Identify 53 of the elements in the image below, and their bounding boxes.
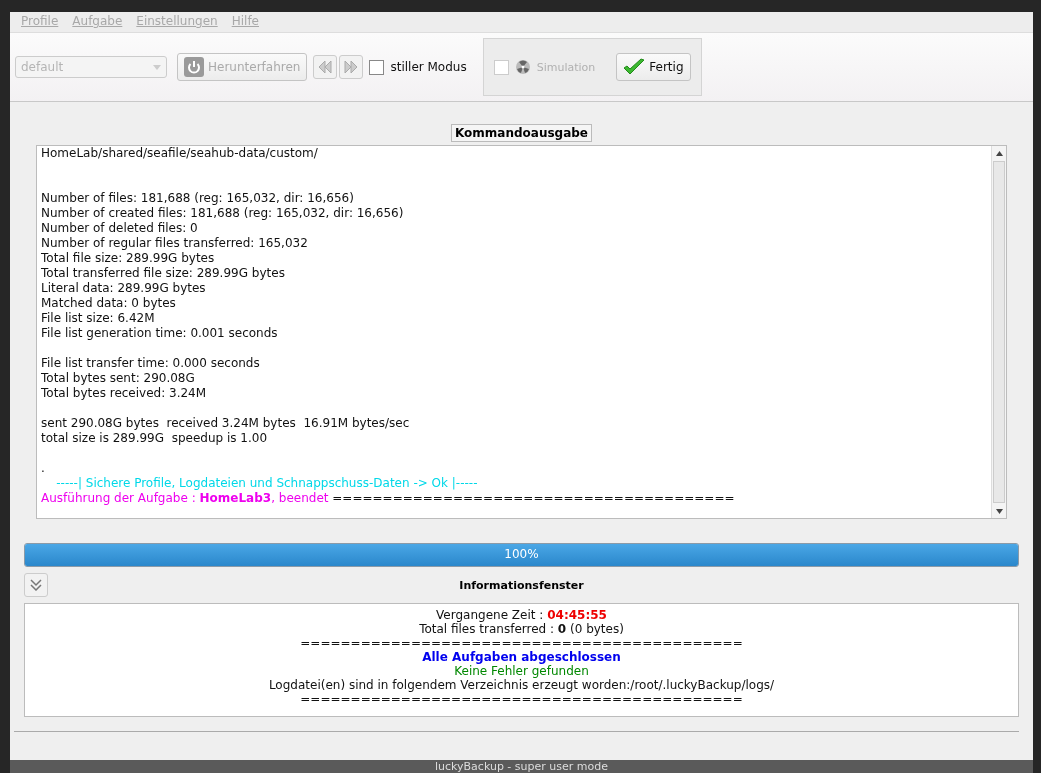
info-line: ============================================	[300, 692, 743, 706]
taskbar-title: luckyBackup - super user mode	[10, 760, 1033, 773]
forward-button[interactable]	[339, 55, 364, 79]
output-line: Number of regular files transferred: 165,032	[41, 236, 308, 250]
output-line: sent 290.08G bytes received 3.24M bytes 16.91M bytes/sec	[41, 416, 410, 430]
output-line: .	[41, 461, 45, 475]
rewind-icon	[318, 61, 333, 73]
output-line: Number of deleted files: 0	[41, 221, 198, 235]
done-button[interactable]: Fertig	[616, 53, 691, 81]
output-line: -----| Sichere Profile, Logdateien und Schnappschuss-Daten -> Ok |-----	[55, 476, 478, 490]
simulation-label: Simulation	[536, 60, 596, 74]
output-line: HomeLab/shared/seafile/seahub-data/custom/	[41, 146, 318, 160]
output-line: Total file size: 289.99G bytes	[41, 251, 215, 265]
collapse-button[interactable]	[24, 573, 48, 597]
info-label: Vergangene Zeit :	[436, 608, 544, 622]
output-title: Kommandoausgabe	[451, 124, 592, 142]
radiation-icon	[515, 60, 530, 74]
output-line: File list generation time: 0.001 seconds	[41, 326, 278, 340]
menu-item[interactable]: Einstellungen	[136, 14, 218, 30]
rewind-button[interactable]	[313, 55, 338, 79]
elapsed-time: 04:45:55	[547, 608, 607, 622]
info-line: Keine Fehler gefunden	[454, 664, 589, 678]
menu-item[interactable]: Hilfe	[231, 14, 259, 30]
output-separator: ========================================	[332, 491, 735, 505]
output-line: File list size: 6.42M	[41, 311, 155, 325]
output-line: File list transfer time: 0.000 seconds	[41, 356, 260, 370]
down-arrow-icon[interactable]	[995, 508, 1003, 514]
output-line: total size is 289.99G speedup is 1.00	[41, 431, 268, 445]
output-line: Number of files: 181,688 (reg: 165,032, dir: 16,656)	[41, 191, 354, 205]
output-line: Number of created files: 181,688 (reg: 165,032, dir: 16,656)	[41, 206, 404, 220]
output-line: Matched data: 0 bytes	[41, 296, 176, 310]
scrollbar[interactable]	[991, 146, 1006, 518]
double-chevron-icon	[30, 579, 42, 591]
up-arrow-icon[interactable]	[995, 150, 1003, 156]
info-title: Informationsfenster	[458, 578, 585, 592]
silent-label: stiller Modus	[390, 60, 467, 74]
output-line: Literal data: 289.99G bytes	[41, 281, 206, 295]
info-line: Logdatei(en) sind in folgendem Verzeichnis erzeugt worden:/root/.luckyBackup/logs/	[268, 678, 775, 692]
checkmark-icon	[623, 58, 646, 76]
power-icon	[184, 57, 204, 77]
menu-item[interactable]: Profile	[21, 14, 59, 30]
output-line: Total bytes sent: 290.08G	[41, 371, 195, 385]
output-line: Ausführung der Aufgabe : HomeLab3, beendet	[41, 491, 329, 505]
output-line: Total bytes received: 3.24M	[41, 386, 207, 400]
info-line: ============================================	[300, 636, 743, 650]
progress-label: 100%	[503, 547, 540, 561]
caret-icon	[153, 64, 161, 70]
silent-checkbox[interactable]	[369, 59, 385, 75]
info-line: Total files transferred : 0 (0 bytes)	[419, 622, 624, 636]
output-line: Total transferred file size: 289.99G bytes	[41, 266, 285, 280]
forward-icon	[344, 61, 359, 73]
menu-item[interactable]: Aufgabe	[72, 14, 123, 30]
info-line: Alle Aufgaben abgeschlossen	[422, 650, 621, 664]
